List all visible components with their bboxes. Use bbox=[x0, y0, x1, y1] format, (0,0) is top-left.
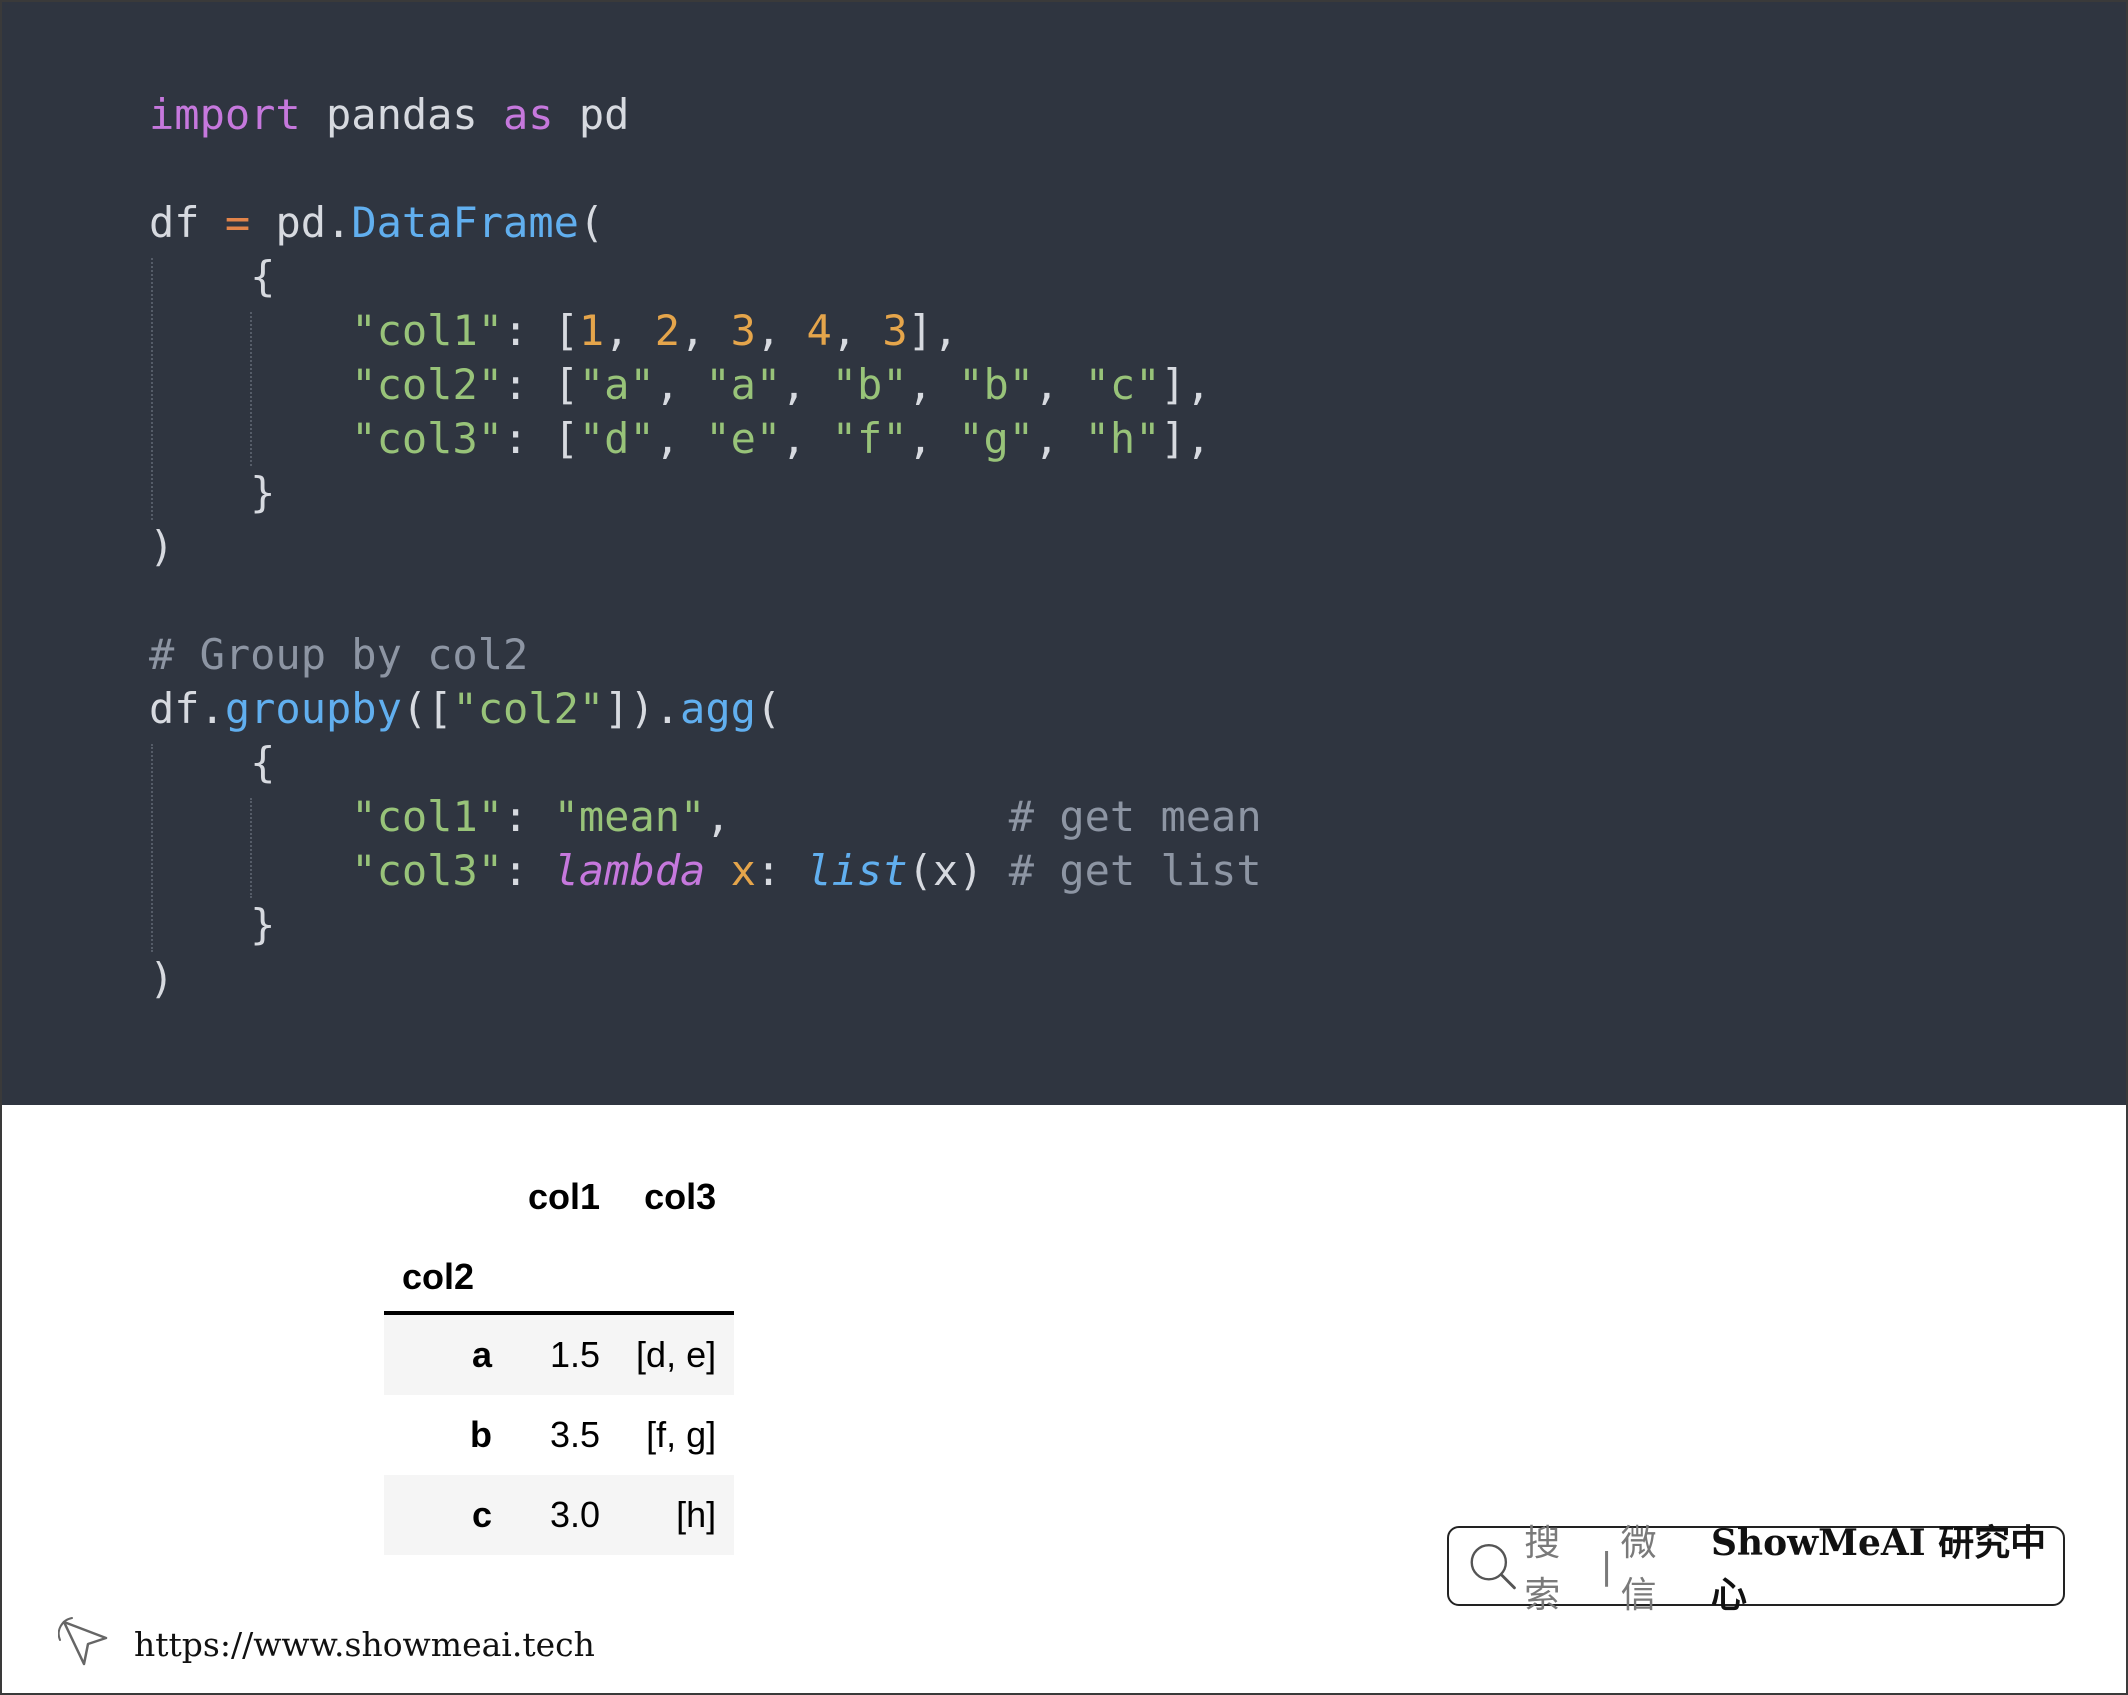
badge-wechat-label: 微信 bbox=[1620, 1523, 1657, 1616]
code-line-6: "col2": ["a", "a", "b", "b", "c"], bbox=[351, 360, 1212, 409]
cell-col3: [h] bbox=[676, 1494, 717, 1535]
column-header-col3: col3 bbox=[644, 1176, 717, 1217]
empty-header-cell bbox=[510, 1243, 618, 1313]
output-dataframe-table: col1 col3 col2 a 1.5 [d, e] b 3.5 [f, g]… bbox=[384, 1151, 735, 1555]
search-icon bbox=[1470, 1543, 1516, 1590]
code-line-1: import pandas as pd bbox=[149, 90, 630, 139]
cell-col1: 1.5 bbox=[550, 1334, 601, 1375]
table-header-row: col1 col3 bbox=[384, 1151, 734, 1243]
badge-search-label: 搜索 bbox=[1524, 1523, 1561, 1616]
cursor-icon bbox=[58, 1617, 108, 1666]
cell-col3: [f, g] bbox=[646, 1414, 717, 1455]
code-line-12: df.groupby(["col2"]).agg( bbox=[149, 684, 782, 733]
cell-col3: [d, e] bbox=[636, 1334, 717, 1375]
code-line-3: df = pd.DataFrame( bbox=[149, 198, 605, 247]
row-index: b bbox=[470, 1414, 492, 1455]
code-text: import pandas as pd df = pd.DataFrame( { … bbox=[149, 88, 1262, 1006]
row-index: c bbox=[471, 1494, 492, 1535]
footer-link[interactable]: https://www.showmeai.tech bbox=[58, 1614, 595, 1674]
search-wechat-badge: 搜索 | 微信 ShowMeAI 研究中心 bbox=[1447, 1522, 2065, 1616]
code-line-5: "col1": [1, 2, 3, 4, 3], bbox=[351, 306, 959, 355]
code-line-8: } bbox=[149, 468, 276, 517]
code-line-15: "col3": lambda x: list(x) # get list bbox=[351, 846, 1262, 895]
index-name-row: col2 bbox=[384, 1243, 735, 1313]
code-line-11: # Group by col2 bbox=[149, 630, 529, 679]
code-line-14: "col1": "mean", # get mean bbox=[351, 792, 1262, 841]
badge-divider: | bbox=[1600, 1545, 1613, 1587]
table-row: b 3.5 [f, g] bbox=[384, 1395, 734, 1475]
cell-col1: 3.0 bbox=[550, 1494, 601, 1535]
code-line-9: ) bbox=[149, 522, 175, 571]
index-name-header: col2 bbox=[402, 1256, 475, 1297]
code-line-16: } bbox=[149, 900, 276, 949]
code-line-4: { bbox=[149, 252, 276, 301]
footer-url-text[interactable]: https://www.showmeai.tech bbox=[134, 1625, 595, 1664]
table-corner-cell bbox=[384, 1151, 510, 1243]
code-line-17: ) bbox=[149, 954, 175, 1003]
code-block: import pandas as pd df = pd.DataFrame( { … bbox=[2, 2, 2126, 1105]
table-row: a 1.5 [d, e] bbox=[384, 1313, 735, 1395]
cell-col1: 3.5 bbox=[550, 1414, 601, 1455]
badge-brand-name: ShowMeAI 研究中心 bbox=[1710, 1522, 2047, 1616]
row-index: a bbox=[471, 1334, 492, 1375]
empty-header-cell bbox=[618, 1243, 734, 1313]
code-line-13: { bbox=[149, 738, 276, 787]
code-line-7: "col3": ["d", "e", "f", "g", "h"], bbox=[351, 414, 1212, 463]
page-frame: import pandas as pd df = pd.DataFrame( { … bbox=[0, 0, 2128, 1695]
column-header-col1: col1 bbox=[528, 1176, 601, 1217]
table-row: c 3.0 [h] bbox=[384, 1475, 735, 1555]
